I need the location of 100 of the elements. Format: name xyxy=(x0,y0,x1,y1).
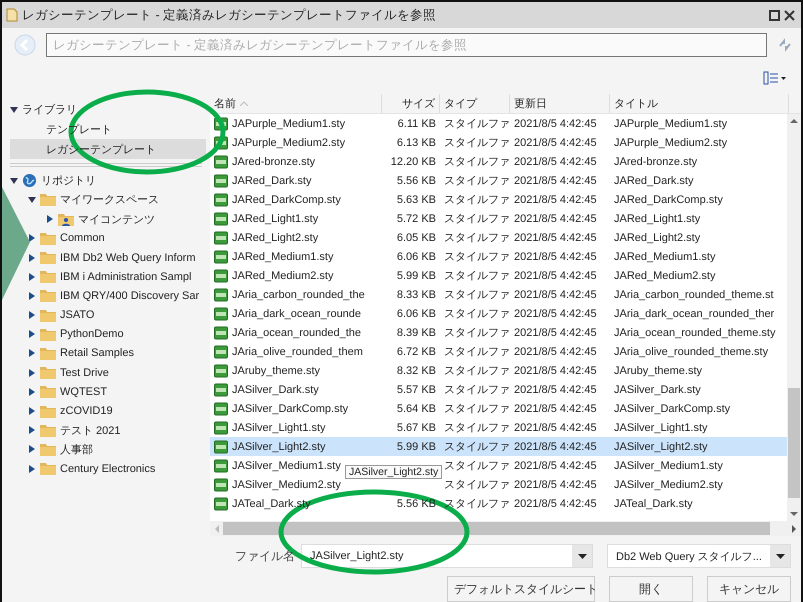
expanded-arrow-icon[interactable] xyxy=(28,196,36,204)
modified-date: 2021/8/5 4:42:45 xyxy=(514,478,597,490)
collapsed-arrow-icon[interactable] xyxy=(28,349,36,358)
filename-field[interactable]: JASilver_Light2.sty xyxy=(301,544,593,568)
collapsed-arrow-icon[interactable] xyxy=(28,311,36,320)
file-name[interactable]: JASilver_Light2.sty xyxy=(232,440,326,452)
collapsed-arrow-icon[interactable] xyxy=(28,254,36,262)
tree-item[interactable]: マイワークスペース xyxy=(60,192,159,208)
file-name[interactable]: JASilver_Medium2.sty xyxy=(232,478,341,490)
file-name[interactable]: JAria_dark_ocean_rounde xyxy=(232,308,362,320)
file-size: 5.99 KB xyxy=(396,440,436,452)
file-title: JASilver_Medium2.sty xyxy=(614,478,723,490)
file-name[interactable]: JARed_DarkComp.sty xyxy=(232,194,341,206)
file-name[interactable]: JAria_ocean_rounded_the xyxy=(232,326,362,338)
collapsed-arrow-icon[interactable] xyxy=(28,445,36,454)
tree-item[interactable]: IBM i Administration Sampl xyxy=(60,270,192,283)
tree-item[interactable]: Century Electronics xyxy=(60,462,156,475)
tree-item[interactable]: Common xyxy=(60,232,105,244)
collapsed-arrow-icon[interactable] xyxy=(28,330,36,338)
scroll-down-icon[interactable] xyxy=(790,512,798,517)
expanded-arrow-icon[interactable] xyxy=(10,176,18,185)
file-size: 5.56 KB xyxy=(396,174,436,186)
tree-item[interactable]: リポジトリ xyxy=(41,173,96,188)
dialog-button[interactable]: 開く xyxy=(609,576,693,602)
file-size: 12.20 KB xyxy=(390,156,436,168)
file-type: スタイルファ xyxy=(444,307,510,321)
file-type-dropdown[interactable]: Db2 Web Query スタイルフ... xyxy=(607,544,791,568)
file-type: スタイルファ xyxy=(444,459,510,473)
file-name[interactable]: JASilver_DarkComp.sty xyxy=(232,402,348,414)
tree-item[interactable]: テスト 2021 xyxy=(60,422,121,438)
file-size: 5.99 KB xyxy=(396,270,436,282)
collapsed-arrow-icon[interactable] xyxy=(46,215,54,224)
tree-item[interactable]: 人事部 xyxy=(60,442,93,457)
file-type: スタイルファ xyxy=(444,288,510,302)
collapsed-arrow-icon[interactable] xyxy=(28,407,36,416)
file-name[interactable]: JASilver_Dark.sty xyxy=(232,384,319,396)
file-name[interactable]: JARed_Light1.sty xyxy=(232,212,318,224)
collapsed-arrow-icon[interactable] xyxy=(28,292,36,300)
dialog-button[interactable]: デフォルトスタイルシート xyxy=(447,576,595,602)
tree-item[interactable]: IBM QRY/400 Discovery Sar xyxy=(60,290,200,302)
column-header[interactable]: サイズ xyxy=(402,96,435,111)
folder-icon xyxy=(40,366,56,380)
horizontal-scrollbar[interactable] xyxy=(210,521,801,536)
modified-date: 2021/8/5 4:42:45 xyxy=(514,194,597,206)
file-type: スタイルファ xyxy=(444,174,510,188)
file-name[interactable]: JAria_carbon_rounded_the xyxy=(232,288,365,300)
address-field[interactable]: レガシーテンプレート - 定義済みレガシーテンプレートファイルを参照 xyxy=(46,33,767,57)
file-name[interactable]: JASilver_Medium1.sty xyxy=(232,460,341,472)
scroll-up-icon[interactable] xyxy=(790,118,798,123)
file-title: JAria_olive_rounded_theme.sty xyxy=(614,346,768,358)
tree-item[interactable]: zCOVID19 xyxy=(60,405,113,418)
file-name[interactable]: JAria_olive_rounded_them xyxy=(232,346,363,358)
column-header[interactable]: 名前 xyxy=(214,96,236,111)
close-icon[interactable] xyxy=(784,10,795,20)
tree-item[interactable]: WQTEST xyxy=(60,386,108,398)
file-name[interactable]: JARed_Medium2.sty xyxy=(232,270,334,282)
collapsed-arrow-icon[interactable] xyxy=(28,464,36,473)
column-header[interactable]: タイプ xyxy=(444,96,477,111)
tree-item[interactable]: Test Drive xyxy=(60,366,109,379)
tree-item[interactable]: IBM Db2 Web Query Inform xyxy=(60,252,196,264)
tree-item[interactable]: マイコンテンツ xyxy=(78,212,155,227)
file-size: 6.05 KB xyxy=(396,232,436,244)
view-options-icon[interactable] xyxy=(763,71,787,85)
dropdown-arrow-icon[interactable] xyxy=(776,554,784,558)
vertical-scrollbar[interactable] xyxy=(787,114,801,521)
maximize-icon[interactable] xyxy=(769,10,780,20)
tree-item[interactable]: PythonDemo xyxy=(60,328,124,340)
file-name[interactable]: JAPurple_Medium1.sty xyxy=(232,118,346,130)
file-title: JASilver_DarkComp.sty xyxy=(614,402,730,414)
file-name[interactable]: JAruby_theme.sty xyxy=(232,364,320,376)
stylesheet-file-icon xyxy=(214,420,228,434)
collapsed-arrow-icon[interactable] xyxy=(28,368,36,377)
collapsed-arrow-icon[interactable] xyxy=(28,426,36,434)
dialog-button[interactable]: キャンセル xyxy=(707,576,791,602)
modified-date: 2021/8/5 4:42:45 xyxy=(514,270,597,282)
file-name[interactable]: JAred-bronze.sty xyxy=(232,156,316,168)
file-name[interactable]: JARed_Medium1.sty xyxy=(232,250,334,262)
collapsed-arrow-icon[interactable] xyxy=(28,234,36,242)
file-name[interactable]: JARed_Light2.sty xyxy=(232,232,318,244)
scrollbar-thumb[interactable] xyxy=(788,388,800,498)
scroll-right-icon[interactable] xyxy=(792,524,797,532)
file-name[interactable]: JARed_Dark.sty xyxy=(232,174,312,186)
globe-icon xyxy=(22,173,37,188)
file-name[interactable]: JAPurple_Medium2.sty xyxy=(232,136,346,148)
stylesheet-file-icon xyxy=(214,382,228,396)
file-type: スタイルファ xyxy=(444,478,510,492)
column-header[interactable]: 更新日 xyxy=(514,96,547,111)
stylesheet-file-icon xyxy=(214,458,228,472)
dropdown-arrow-icon[interactable] xyxy=(578,554,586,558)
collapsed-arrow-icon[interactable] xyxy=(28,272,36,281)
tree-item[interactable]: ライブラリ xyxy=(22,102,77,118)
modified-date: 2021/8/5 4:42:45 xyxy=(514,250,597,262)
tree-item[interactable]: JSATO xyxy=(60,309,94,322)
column-header[interactable]: タイトル xyxy=(614,96,658,111)
expanded-arrow-icon[interactable] xyxy=(10,106,18,114)
file-name[interactable]: JASilver_Light1.sty xyxy=(232,422,326,434)
collapsed-arrow-icon[interactable] xyxy=(28,388,36,396)
tree-item[interactable]: Retail Samples xyxy=(60,347,134,360)
file-title: JAPurple_Medium2.sty xyxy=(614,136,728,148)
file-type: スタイルファ xyxy=(444,231,510,245)
